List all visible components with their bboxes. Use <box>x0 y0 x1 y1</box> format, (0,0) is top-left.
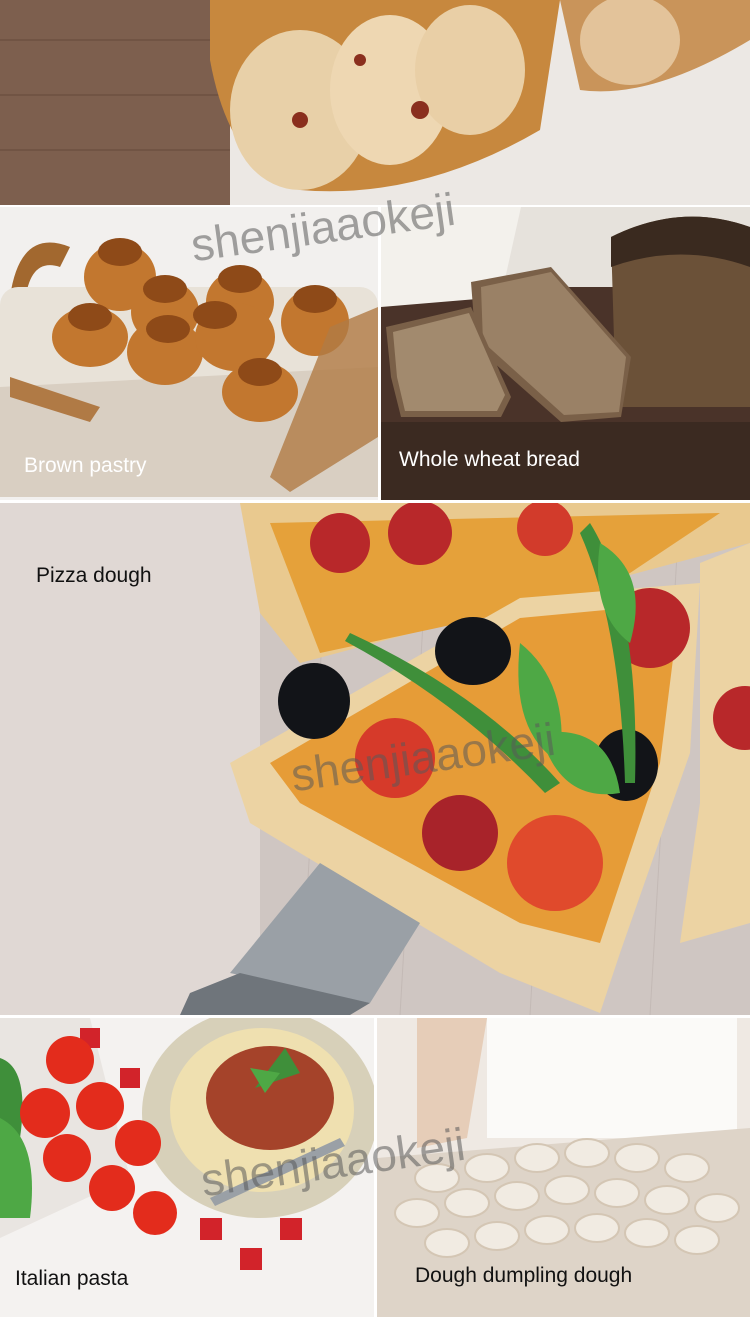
brown-pastry-caption: Brown pastry <box>24 454 147 477</box>
top-bread-image <box>0 0 750 205</box>
panel-whole-wheat: Whole wheat bread <box>381 207 750 500</box>
whole-wheat-caption: Whole wheat bread <box>399 448 580 471</box>
dumpling-caption: Dough dumpling dough <box>415 1264 633 1287</box>
pizza-caption: Pizza dough <box>36 564 152 587</box>
pasta-caption: Italian pasta <box>15 1267 129 1290</box>
panel-top-bread <box>0 0 750 205</box>
